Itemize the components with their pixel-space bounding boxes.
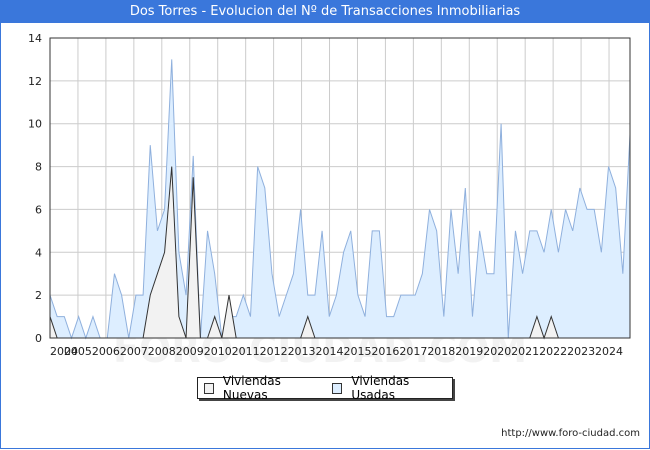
x-tick-label: 2023: [567, 345, 595, 358]
x-tick-label: 2020: [483, 345, 511, 358]
x-tick-label: 2016: [371, 345, 399, 358]
x-tick-label: 2018: [427, 345, 455, 358]
series-usadas: [49, 59, 631, 340]
y-tick-label: 2: [35, 289, 42, 302]
source-url[interactable]: http://www.foro-ciudad.com: [501, 428, 640, 439]
x-tick-label: 2005: [64, 345, 92, 358]
x-tick-label: 2006: [92, 345, 120, 358]
series-usadas-area: [50, 59, 630, 339]
legend-label-nuevas: Viviendas Nuevas: [222, 374, 281, 402]
x-tick-label: 2013: [288, 345, 316, 358]
x-tick-label: 2012: [260, 345, 288, 358]
legend-item-nuevas: Viviendas Nuevas: [204, 374, 316, 402]
y-tick-label: 6: [35, 203, 42, 216]
x-tick-label: 2017: [399, 345, 427, 358]
x-tick-label: 2007: [120, 345, 148, 358]
y-axis: 0 2 4 6 8 10 12 14: [28, 32, 42, 345]
legend: Viviendas Nuevas Viviendas Usadas: [197, 374, 453, 402]
x-tick-label: 2022: [539, 345, 567, 358]
x-tick-label: 2011: [232, 345, 260, 358]
x-tick-label: 2024: [595, 345, 623, 358]
legend-swatch-nuevas: [204, 382, 214, 394]
legend-swatch-usadas: [332, 382, 343, 394]
y-tick-label: 0: [35, 332, 42, 345]
x-tick-label: 2008: [148, 345, 176, 358]
x-tick-label: 2019: [455, 345, 483, 358]
y-tick-label: 10: [28, 118, 42, 131]
y-tick-label: 4: [35, 246, 42, 259]
legend-label-usadas: Viviendas Usadas: [351, 374, 410, 402]
x-tick-label: 2010: [204, 345, 232, 358]
y-tick-label: 14: [28, 32, 42, 45]
legend-item-usadas: Viviendas Usadas: [332, 374, 444, 402]
y-tick-label: 8: [35, 161, 42, 174]
x-axis: 20042005 2006 2007 2008 2009 2010 2011 2012 2013…: [50, 345, 623, 358]
x-tick-label: 2021: [511, 345, 539, 358]
y-tick-label: 12: [28, 75, 42, 88]
x-tick-label: 2015: [343, 345, 371, 358]
x-tick-label: 2009: [176, 345, 204, 358]
x-tick-label: 2014: [316, 345, 344, 358]
